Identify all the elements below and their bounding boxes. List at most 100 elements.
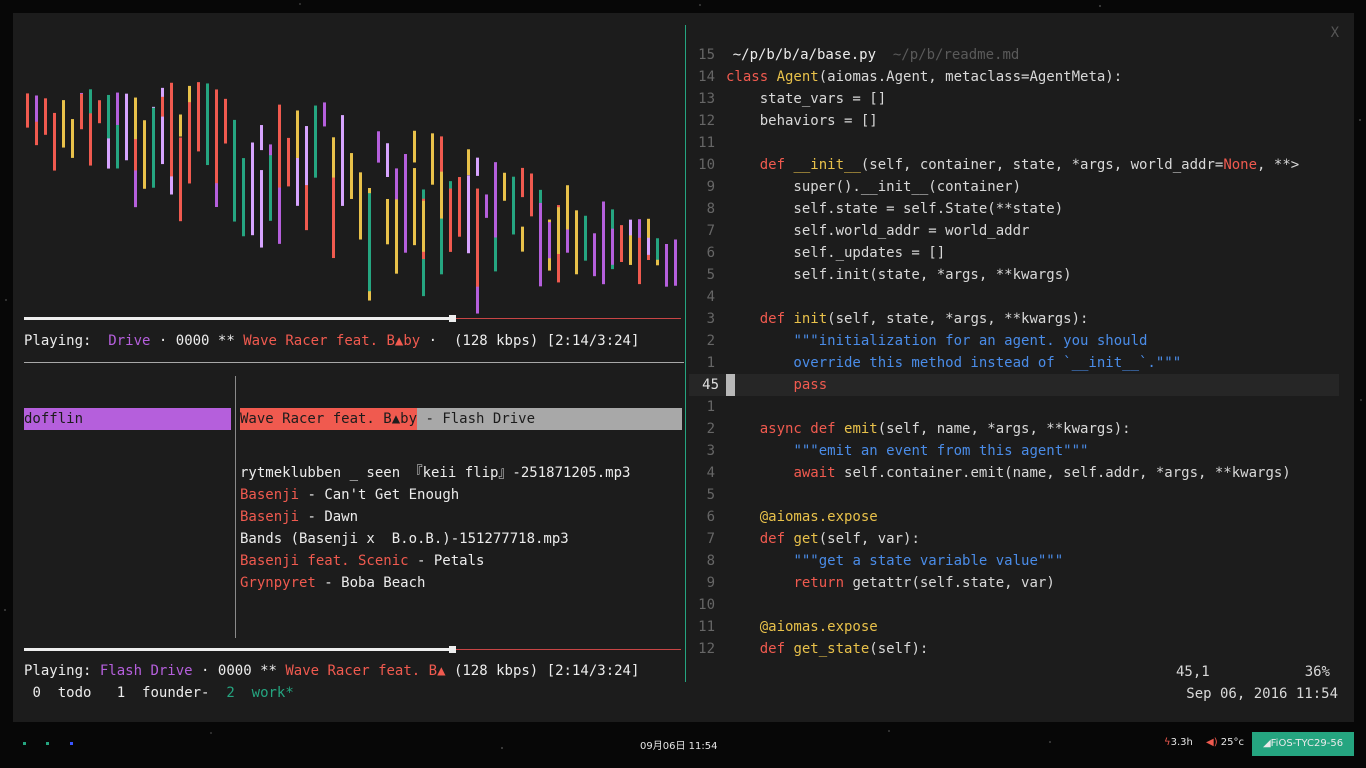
tag-num[interactable]: 2 — [226, 685, 234, 701]
visualizer-bar — [260, 170, 263, 248]
code-line[interactable]: 3 """emit an event from this agent""" — [689, 440, 1339, 462]
code-line[interactable]: 8 """get a state variable value""" — [689, 550, 1339, 572]
visualizer-bar — [530, 173, 533, 217]
visualizer-bar — [116, 123, 119, 169]
code-line[interactable]: 9 super().__init__(container) — [689, 176, 1339, 198]
line-number: 3 — [706, 311, 715, 327]
workspace-dot[interactable] — [23, 742, 26, 745]
visualizer-bar — [494, 162, 497, 238]
wifi-status[interactable]: ◢FiOS-TYC29-56 — [1252, 732, 1354, 756]
taskbar: 09月06日 11:54 ϟ3.3h ◀) 25°c ◢FiOS-TYC29-5… — [0, 732, 1366, 756]
bolt-icon: ϟ — [1164, 737, 1171, 748]
code-line[interactable]: 11 — [689, 132, 1339, 154]
code-line-current[interactable]: 45 pass — [689, 374, 1339, 396]
visualizer-bar — [62, 100, 65, 148]
seek-knob[interactable] — [449, 646, 456, 653]
code-line[interactable]: 2 """initialization for an agent. you sh… — [689, 330, 1339, 352]
artist-item-selected[interactable]: dofflin — [24, 408, 231, 430]
code-editor[interactable]: 15 14 class Agent(aiomas.Agent, metaclass=… — [689, 44, 1339, 660]
seek-bar-bottom[interactable] — [24, 646, 681, 653]
code-line[interactable]: 12 behaviors = [] — [689, 110, 1339, 132]
visualizer-bar — [656, 238, 659, 260]
line-number: 14 — [698, 69, 715, 85]
code-line[interactable]: 6 @aiomas.expose — [689, 506, 1339, 528]
line-number: 11 — [698, 135, 715, 151]
line-number: 2 — [706, 333, 715, 349]
seek-knob[interactable] — [449, 315, 456, 322]
code-line[interactable]: 1 — [689, 396, 1339, 418]
code-line[interactable]: 6 self._updates = [] — [689, 242, 1339, 264]
code-line[interactable]: 11 @aiomas.expose — [689, 616, 1339, 638]
track-title: rytmeklubben _ seen 『keii flip』-25187120… — [240, 465, 631, 481]
visualizer-bar — [593, 233, 596, 277]
code-text: def init(self, state, *args, **kwargs): — [759, 311, 1089, 327]
code-text: """initialization for an agent. you shou… — [793, 333, 1148, 349]
visualizer-bar — [557, 207, 560, 254]
tag-work[interactable]: work* — [252, 685, 294, 701]
track-list: Wave Racer feat. B▲by - Flash Drive rytm… — [240, 376, 682, 638]
track-item[interactable]: Basenji - Dawn — [240, 506, 682, 528]
code-line[interactable]: 4 await self.container.emit(name, self.a… — [689, 462, 1339, 484]
code-text: state_vars = [] — [726, 91, 887, 107]
code-text: """emit an event from this agent""" — [793, 443, 1089, 459]
track-item-selected[interactable]: Wave Racer feat. B▲by - Flash Drive — [240, 408, 682, 430]
code-line[interactable]: 14 class Agent(aiomas.Agent, metaclass=Ag… — [689, 66, 1339, 88]
tag-num[interactable]: 1 — [117, 685, 125, 701]
visualizer-bar — [170, 95, 173, 177]
track-item[interactable]: Basenji - Can't Get Enough — [240, 484, 682, 506]
code-text: """get a state variable value""" — [793, 553, 1064, 569]
workspace-dot[interactable] — [46, 742, 49, 745]
code-line[interactable]: 7 def get(self, var): — [689, 528, 1339, 550]
visualizer-bar — [620, 225, 623, 262]
track-sep: - — [299, 487, 325, 503]
code-line[interactable]: 4 — [689, 286, 1339, 308]
workspace-dot[interactable] — [70, 742, 73, 745]
code-line[interactable]: 15 — [689, 44, 1339, 66]
close-icon[interactable]: X — [1331, 22, 1339, 44]
track-item[interactable]: Basenji feat. Scenic - Petals — [240, 550, 682, 572]
split-divider — [685, 25, 686, 682]
visualizer-bar — [251, 144, 254, 236]
code-line[interactable]: 12 def get_state(self): — [689, 638, 1339, 660]
code-text: override this method instead of `__init_… — [726, 355, 1182, 371]
line-number: 6 — [706, 509, 715, 525]
visualizer-bar — [287, 137, 290, 187]
visualizer-bar — [539, 202, 542, 287]
code-line[interactable]: 8 self.state = self.State(**state) — [689, 198, 1339, 220]
code-line[interactable]: 10 — [689, 594, 1339, 616]
visualizer-bar — [476, 157, 479, 176]
tag-todo[interactable]: todo — [58, 685, 92, 701]
visualizer-bar — [44, 98, 47, 135]
code-line[interactable]: 2 async def emit(self, name, *args, **kw… — [689, 418, 1339, 440]
track-item[interactable]: rytmeklubben _ seen 『keii flip』-25187120… — [240, 462, 682, 484]
code-line[interactable]: 1 override this method instead of `__ini… — [689, 352, 1339, 374]
tag-num[interactable]: 0 — [32, 685, 40, 701]
visualizer-bar — [206, 83, 209, 166]
code-line[interactable]: 7 self.world_addr = world_addr — [689, 220, 1339, 242]
track-sep: - — [408, 553, 434, 569]
code-line[interactable]: 10 def __init__(self, container, state, … — [689, 154, 1339, 176]
tag-founder[interactable]: founder- — [142, 685, 209, 701]
code-line[interactable]: 13 state_vars = [] — [689, 88, 1339, 110]
wifi-icon: ◢ — [1262, 738, 1271, 749]
visualizer-bar — [566, 185, 569, 230]
seek-bar-top[interactable] — [24, 315, 681, 322]
code-line[interactable]: 3 def init(self, state, *args, **kwargs)… — [689, 308, 1339, 330]
track-title: Can't Get Enough — [324, 487, 460, 503]
code-line[interactable]: 5 — [689, 484, 1339, 506]
code-line[interactable]: 9 return getattr(self.state, var) — [689, 572, 1339, 594]
line-number: 10 — [698, 157, 715, 173]
now-playing-status-bottom: Playing: Flash Drive · 0000 ** Wave Race… — [24, 663, 640, 679]
visualizer-bar — [215, 89, 218, 184]
code-line[interactable]: 5 self.init(state, *args, **kwargs) — [689, 264, 1339, 286]
track-item[interactable]: Bands (Basenji x B.o.B.)-151277718.mp3 — [240, 528, 682, 550]
line-number: 8 — [706, 201, 715, 217]
line-number: 7 — [706, 531, 715, 547]
visualizer-bar — [53, 112, 56, 171]
visualizer-bar — [413, 168, 416, 246]
audio-visualizer — [26, 82, 677, 314]
track-item[interactable]: Grynpyret - Boba Beach — [240, 572, 682, 594]
visualizer-bar — [134, 97, 137, 140]
track-artist: Basenji feat. Scenic — [240, 553, 409, 569]
track-title: Bands (Basenji x B.o.B.)-151277718.mp3 — [240, 531, 569, 547]
